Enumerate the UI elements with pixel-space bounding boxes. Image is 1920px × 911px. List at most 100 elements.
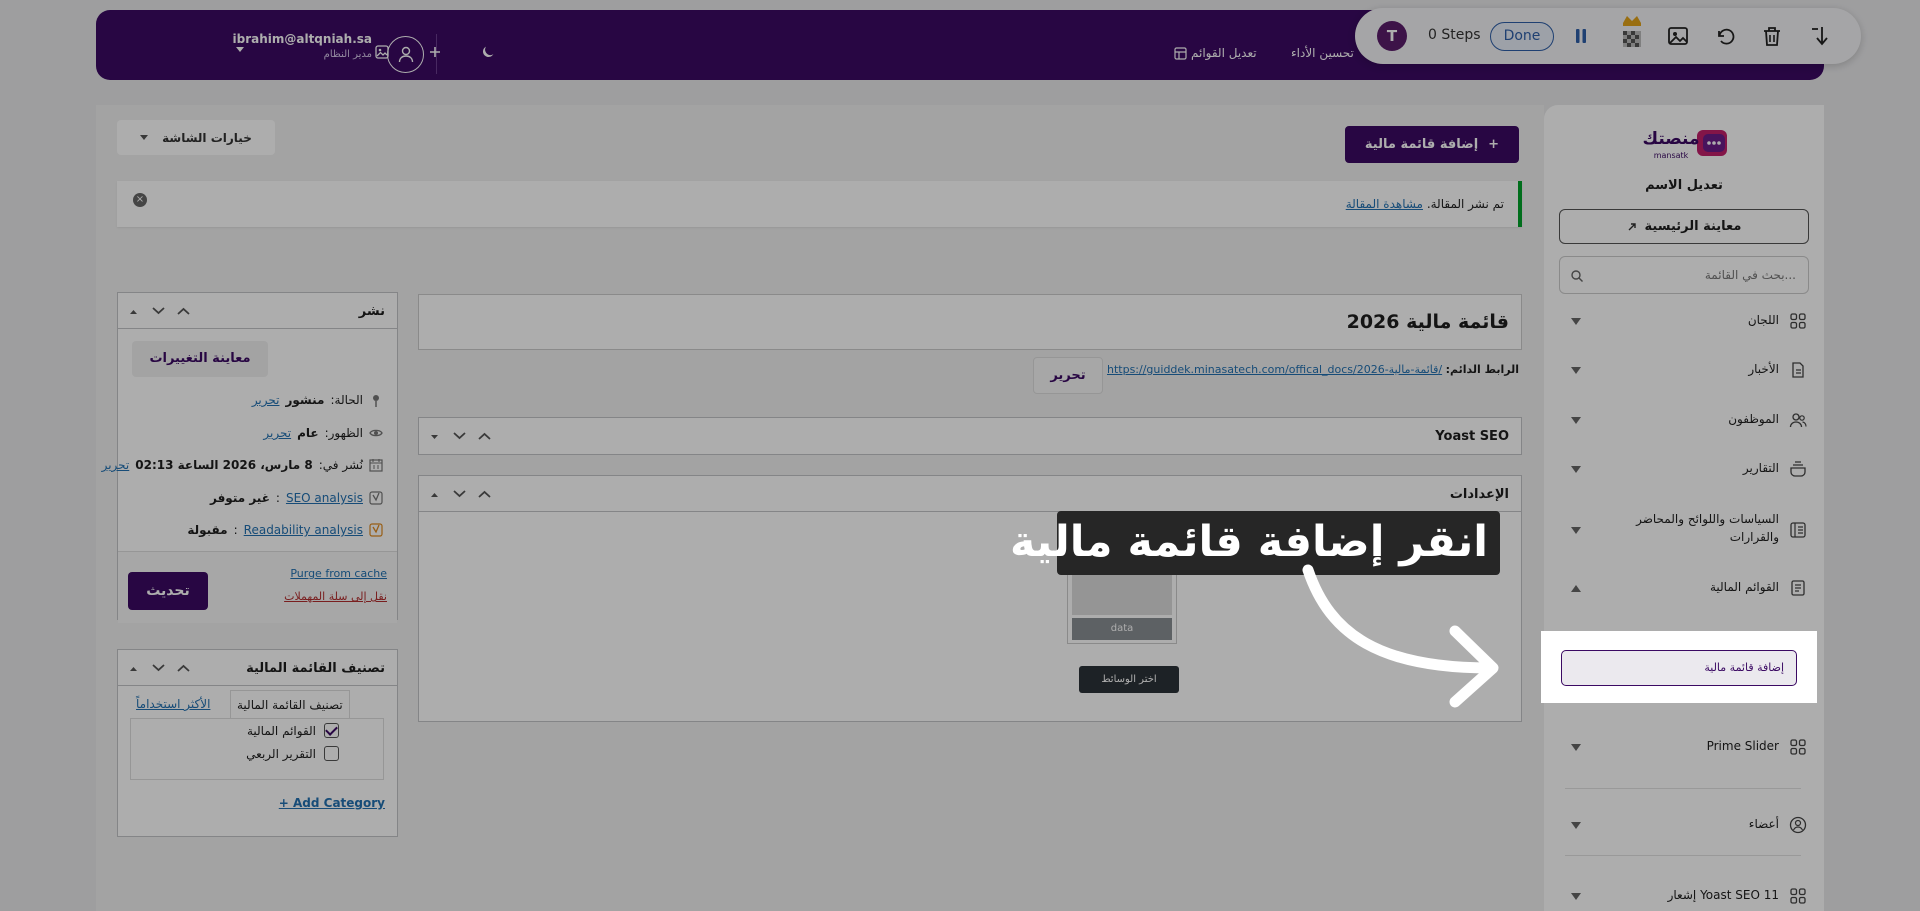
post-title-value: قائمة مالية 2026 bbox=[1346, 311, 1509, 333]
tab-all-categories[interactable]: تصنيف القائمة المالية bbox=[230, 690, 350, 718]
sidebar-item-policies[interactable]: السياسات واللوائح والمحاضر والقرارات bbox=[1559, 510, 1809, 550]
caret-up-icon bbox=[1571, 585, 1581, 592]
user-icon bbox=[398, 46, 413, 63]
arrow-down-icon[interactable] bbox=[1808, 25, 1830, 47]
layout-icon bbox=[1174, 46, 1187, 60]
published-edit-link[interactable]: تحرير bbox=[102, 458, 130, 472]
sidebar-item-label: السياسات واللوائح والمحاضر والقرارات bbox=[1636, 512, 1779, 544]
settings-header[interactable]: الإعدادات bbox=[419, 476, 1521, 512]
sidebar-item-financial-lists[interactable]: القوائم المالية bbox=[1559, 573, 1809, 603]
category-item[interactable]: القوائم المالية bbox=[247, 723, 339, 738]
update-button[interactable]: تحديث bbox=[128, 572, 208, 610]
chevron-down-icon[interactable] bbox=[151, 305, 166, 317]
status-edit-link[interactable]: تحرير bbox=[252, 393, 280, 407]
seo-value: غير متوفر bbox=[209, 491, 270, 505]
caret-down-icon bbox=[1571, 417, 1581, 424]
publish-actions: Purge from cache نقل إلى سلة المهملات تح… bbox=[118, 551, 397, 623]
view-post-link[interactable]: مشاهدة المقالة bbox=[1346, 197, 1423, 211]
seo-analysis-link[interactable]: SEO analysis bbox=[286, 491, 363, 505]
sidebar-item-yoast[interactable]: Yoast SEO 11 إشعار bbox=[1559, 881, 1809, 911]
sidebar-item-label: القوائم المالية bbox=[1709, 580, 1779, 594]
published-row: نُشر في: 8 مارس، 2026 الساعة 02:13 تحرير bbox=[102, 458, 383, 472]
chevron-down-icon[interactable] bbox=[452, 488, 467, 500]
sidebar-item-employees[interactable]: الموظفون bbox=[1559, 405, 1809, 435]
sidebar-item-label: التقارير bbox=[1742, 461, 1779, 475]
caret-down-icon bbox=[1571, 893, 1581, 900]
submenu-add-financial-list[interactable]: إضافة قائمة مالية bbox=[1561, 650, 1797, 686]
close-icon[interactable]: × bbox=[133, 193, 147, 207]
sidebar-item-reports[interactable]: التقارير bbox=[1559, 454, 1809, 484]
add-button-label: إضافة قائمة مالية bbox=[1364, 137, 1479, 152]
success-notice: تم نشر المقالة. مشاهدة المقالة × bbox=[117, 181, 1522, 227]
edit-menus-link[interactable]: تعديل القوائم bbox=[1174, 46, 1257, 60]
checkbox-checked[interactable] bbox=[324, 723, 339, 738]
status-label: الحالة: bbox=[330, 393, 363, 407]
plus-icon[interactable] bbox=[427, 44, 447, 64]
triangle-up-icon[interactable] bbox=[126, 662, 141, 674]
site-logo[interactable]: منصتك mansatk bbox=[1641, 128, 1731, 164]
edit-menus-label: تعديل القوائم bbox=[1191, 46, 1257, 60]
preview-changes-button[interactable]: معاينة التغييرات bbox=[132, 341, 268, 377]
triangle-up-icon[interactable] bbox=[427, 488, 442, 500]
chevron-up-icon[interactable] bbox=[176, 305, 191, 317]
financial-icon bbox=[1791, 580, 1805, 596]
publish-box: نشر معاينة التغييرات الحالة: منشور تحرير… bbox=[102, 292, 398, 623]
readability-analysis-link[interactable]: Readability analysis bbox=[244, 523, 363, 537]
post-title-input[interactable]: قائمة مالية 2026 bbox=[418, 294, 1522, 350]
site-name[interactable]: تعديل الاسم bbox=[1544, 178, 1824, 193]
trash-icon[interactable] bbox=[1761, 25, 1783, 47]
chevron-down-icon[interactable] bbox=[452, 430, 467, 442]
chevron-up-icon[interactable] bbox=[477, 430, 492, 442]
logo-subtext: mansatk bbox=[1653, 151, 1689, 160]
moon-icon[interactable] bbox=[480, 44, 500, 64]
permalink-url[interactable]: https://guiddek.minasatech.com/offical_d… bbox=[1107, 363, 1442, 376]
yoast-readability-icon bbox=[369, 523, 383, 537]
sidebar-item-committees[interactable]: اللجان bbox=[1559, 306, 1809, 336]
user-menu-chevron-down-icon[interactable] bbox=[236, 47, 244, 52]
add-category-link[interactable]: + Add Category bbox=[279, 796, 385, 810]
pause-icon[interactable] bbox=[1570, 25, 1592, 47]
visibility-edit-link[interactable]: تحرير bbox=[263, 426, 291, 440]
add-financial-list-button[interactable]: إضافة قائمة مالية + bbox=[1345, 126, 1519, 163]
undo-icon[interactable] bbox=[1714, 25, 1736, 47]
image-capture-icon[interactable] bbox=[1667, 25, 1689, 47]
preview-home-button[interactable]: معاينة الرئيسية bbox=[1559, 209, 1809, 244]
category-checklist: القوائم المالية التقرير الربعي bbox=[130, 718, 384, 780]
visibility-row: الظهور: عام تحرير bbox=[263, 426, 383, 440]
user-role: مدير النظام bbox=[323, 49, 372, 60]
visibility-value: عام bbox=[297, 426, 319, 440]
chevron-down-icon[interactable] bbox=[151, 662, 166, 674]
crown-blur-icon[interactable] bbox=[1620, 11, 1642, 51]
publish-title: نشر bbox=[358, 304, 385, 319]
status-row: الحالة: منشور تحرير bbox=[252, 393, 383, 407]
choose-media-button[interactable]: اختر الوسائط bbox=[1079, 666, 1179, 693]
chevron-up-icon[interactable] bbox=[477, 488, 492, 500]
checkbox[interactable] bbox=[324, 746, 339, 761]
notice-message: تم نشر المقالة. bbox=[1426, 197, 1504, 211]
sidebar-item-label: الموظفون bbox=[1728, 412, 1779, 426]
image-icon[interactable] bbox=[374, 44, 394, 64]
caret-down-icon bbox=[1571, 367, 1581, 374]
permalink-edit-button[interactable]: تحرير bbox=[1033, 357, 1103, 394]
move-to-trash-link[interactable]: نقل إلى سلة المهملات bbox=[284, 590, 387, 603]
screen-options-button[interactable]: خيارات الشاشة bbox=[117, 120, 275, 155]
category-item[interactable]: التقرير الربعي bbox=[246, 746, 339, 761]
sidebar-item-prime-slider[interactable]: Prime Slider bbox=[1559, 732, 1809, 762]
performance-link[interactable]: تحسين الأداء bbox=[1291, 46, 1354, 60]
sidebar-item-news[interactable]: الأخبار bbox=[1559, 355, 1809, 385]
published-value: 8 مارس، 2026 الساعة 02:13 bbox=[135, 458, 313, 472]
chevron-down-icon bbox=[140, 135, 149, 140]
tab-most-used[interactable]: الأكثر استخداماً bbox=[130, 690, 216, 718]
purge-cache-link[interactable]: Purge from cache bbox=[290, 567, 387, 580]
category-label: التقرير الربعي bbox=[246, 746, 316, 761]
chevron-up-icon[interactable] bbox=[176, 662, 191, 674]
triangle-down-icon[interactable] bbox=[427, 430, 442, 442]
sidebar-item-members[interactable]: أعضاء bbox=[1559, 810, 1809, 840]
menu-search-input[interactable]: بحث في القائمة... bbox=[1559, 256, 1809, 294]
publish-header[interactable]: نشر bbox=[118, 293, 397, 329]
triangle-up-icon[interactable] bbox=[126, 305, 141, 317]
done-button[interactable]: Done bbox=[1490, 22, 1554, 51]
category-header[interactable]: تصنيف القائمة المالية bbox=[118, 650, 397, 686]
yoast-icon bbox=[369, 491, 383, 505]
readability-value: مقبولة bbox=[187, 523, 228, 537]
